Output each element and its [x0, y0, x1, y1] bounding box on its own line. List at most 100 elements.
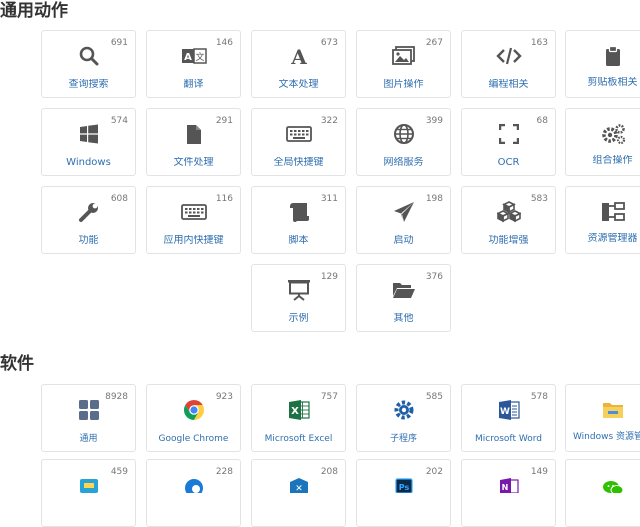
card-count: 459 [110, 467, 128, 477]
translate-icon: A文 [147, 45, 240, 67]
category-card[interactable]: 376 其他 [356, 264, 451, 332]
svg-text:N: N [501, 483, 508, 492]
wechat-icon [566, 474, 640, 496]
category-card[interactable]: 剪贴板相关 [565, 30, 640, 98]
category-card[interactable]: 583 功能增强 [461, 186, 556, 254]
keyboard-icon [252, 123, 345, 145]
gear-icon [357, 399, 450, 421]
category-card[interactable]: 资源管理器 [565, 186, 640, 254]
card-count: 129 [320, 272, 338, 282]
card-count: 691 [110, 38, 128, 48]
category-card[interactable]: X 757 Microsoft Excel [251, 384, 346, 452]
card-count: 608 [110, 194, 128, 204]
card-count: 311 [320, 194, 338, 204]
category-card[interactable]: 163 编程相关 [461, 30, 556, 98]
card-count: 376 [425, 272, 443, 282]
card-label: 网络服务 [383, 157, 424, 168]
svg-text:A: A [290, 46, 307, 66]
svg-text:Ps: Ps [398, 483, 409, 492]
category-card[interactable]: 459 [41, 459, 136, 527]
card-label: 文件处理 [173, 157, 214, 168]
svg-text:✕: ✕ [295, 484, 303, 493]
onenote-icon: N [462, 474, 555, 496]
card-count: 923 [215, 392, 233, 402]
edge-icon [147, 474, 240, 496]
category-card[interactable]: A 文 146 翻译 [146, 30, 241, 98]
card-label: 功能 [78, 235, 99, 246]
sitemap-icon [566, 201, 640, 223]
presentation-icon [252, 279, 345, 301]
category-card[interactable]: 691 查询搜索 [41, 30, 136, 98]
card-label: OCR [497, 157, 520, 168]
category-card[interactable]: 291 文件处理 [146, 108, 241, 176]
category-card[interactable] [565, 459, 640, 527]
category-card[interactable]: 267 图片操作 [356, 30, 451, 98]
card-count: 399 [425, 116, 443, 126]
category-card[interactable]: 68 OCR [461, 108, 556, 176]
app-icon [42, 474, 135, 496]
card-count: 291 [215, 116, 233, 126]
category-card[interactable]: 8928 通用 [41, 384, 136, 452]
category-card[interactable]: N 149 [461, 459, 556, 527]
card-count: 68 [536, 116, 548, 126]
card-label: 编程相关 [488, 79, 529, 90]
explorer-icon [566, 399, 640, 421]
vscode-icon: ✕ [252, 474, 345, 496]
category-card[interactable]: 322 全局快捷键 [251, 108, 346, 176]
clipboard-icon [566, 45, 640, 67]
category-card[interactable]: 228 [146, 459, 241, 527]
card-count: 757 [320, 392, 338, 402]
category-card[interactable]: Windows 资源管理 [565, 384, 640, 452]
scroll-icon [252, 201, 345, 223]
category-card[interactable]: 311 脚本 [251, 186, 346, 254]
category-card[interactable]: 198 启动 [356, 186, 451, 254]
card-label: 资源管理器 [587, 233, 638, 244]
svg-text:W: W [500, 407, 510, 417]
cubes-icon [462, 201, 555, 223]
grid-icon [42, 399, 135, 421]
card-count: 267 [425, 38, 443, 48]
card-count: 8928 [105, 392, 128, 402]
word-icon: W [462, 399, 555, 421]
category-card[interactable]: 129 示例 [251, 264, 346, 332]
card-label: 查询搜索 [68, 79, 109, 90]
search-icon [42, 45, 135, 67]
category-card[interactable]: 608 功能 [41, 186, 136, 254]
paper-plane-icon [357, 201, 450, 223]
card-label: 组合操作 [592, 155, 633, 166]
category-card[interactable]: 574 Windows [41, 108, 136, 176]
category-card[interactable]: W 578 Microsoft Word [461, 384, 556, 452]
card-label: 应用内快捷键 [163, 235, 224, 246]
card-label: Microsoft Word [475, 434, 542, 444]
globe-icon [357, 123, 450, 145]
category-card[interactable]: 399 网络服务 [356, 108, 451, 176]
scan-icon [462, 123, 555, 145]
card-count: 202 [425, 467, 443, 477]
card-count: 578 [530, 392, 548, 402]
card-count: 228 [215, 467, 233, 477]
category-card[interactable]: ✕ 208 [251, 459, 346, 527]
category-card[interactable]: 923 Google Chrome [146, 384, 241, 452]
category-card[interactable]: 116 应用内快捷键 [146, 186, 241, 254]
card-count: 149 [530, 467, 548, 477]
category-card[interactable]: 组合操作 [565, 108, 640, 176]
card-label: 子程序 [389, 434, 417, 444]
images-icon [357, 45, 450, 67]
card-count: 208 [320, 467, 338, 477]
card-count: 146 [215, 38, 233, 48]
svg-text:X: X [291, 406, 299, 417]
card-count: 116 [215, 194, 233, 204]
card-count: 673 [320, 38, 338, 48]
card-count: 198 [425, 194, 443, 204]
card-label: Microsoft Excel [264, 434, 333, 444]
gears-icon [566, 123, 640, 145]
folder-open-icon [357, 279, 450, 301]
category-card[interactable]: Ps 202 [356, 459, 451, 527]
category-card[interactable]: 585 子程序 [356, 384, 451, 452]
card-label: 翻译 [183, 79, 204, 90]
card-count: 574 [110, 116, 128, 126]
card-label: Windows 资源管理 [572, 432, 640, 442]
card-count: 322 [320, 116, 338, 126]
category-card[interactable]: A 673 文本处理 [251, 30, 346, 98]
keyboard-icon [147, 201, 240, 223]
